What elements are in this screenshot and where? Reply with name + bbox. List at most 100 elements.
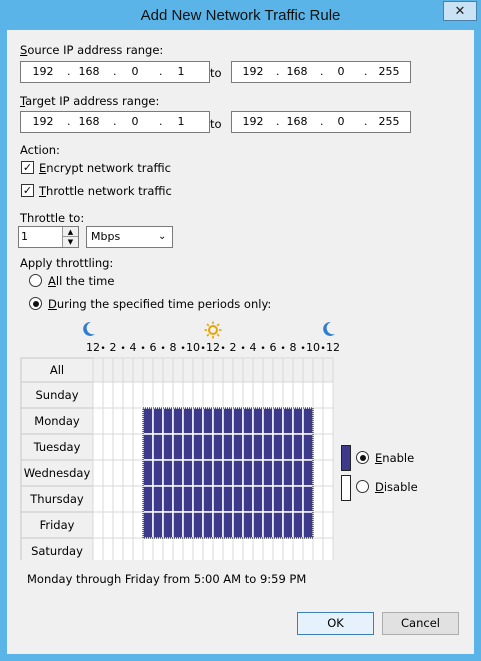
day-label: Sunday [35, 388, 78, 402]
all-time-radio[interactable] [29, 274, 42, 287]
throttle-value-stepper[interactable]: 1 ▲ ▼ [18, 226, 79, 248]
hour-separator-dot: • [260, 344, 265, 354]
hour-column-button [242, 357, 254, 383]
title-bar[interactable]: Add New Network Traffic Rule ✕ [0, 0, 481, 30]
target-to-label: to [210, 117, 222, 131]
hour-column-button [212, 357, 224, 383]
schedule-cell [92, 433, 104, 461]
schedule-cell [112, 485, 124, 513]
day-label: Friday [40, 518, 75, 532]
schedule-cell [322, 381, 334, 409]
ip-dot: . [276, 115, 280, 128]
schedule-cell [152, 511, 164, 539]
stepper-up-button[interactable]: ▲ [62, 227, 78, 237]
hour-label: 6 [270, 341, 277, 354]
schedule-cell [102, 537, 114, 560]
schedule-cell [282, 381, 294, 409]
schedule-cell [102, 485, 114, 513]
schedule-cell [312, 511, 324, 539]
enable-radio[interactable] [356, 451, 369, 464]
source-ip-to-field[interactable]: 192 . 168 . 0 . 255 [231, 61, 411, 83]
schedule-cell [282, 407, 294, 435]
target-ip-label: Target IP address range: [20, 94, 160, 108]
encrypt-checkbox[interactable]: ✓ [21, 161, 34, 174]
radio-selected-dot [32, 300, 39, 307]
hour-separator-dot: • [300, 344, 305, 354]
schedule-cell [272, 407, 284, 435]
ip-dot: . [67, 65, 71, 78]
schedule-cell [202, 407, 214, 435]
source-ip-from-field[interactable]: 192 . 168 . 0 . 1 [20, 61, 210, 83]
schedule-cell [312, 459, 324, 487]
schedule-cell [252, 433, 264, 461]
hour-column-button [112, 357, 124, 383]
schedule-cell [322, 537, 334, 560]
hour-separator-dot: • [120, 344, 125, 354]
hour-label: 12 [206, 341, 220, 354]
close-button[interactable]: ✕ [443, 1, 477, 21]
throttle-unit-select[interactable]: Mbps ⌄ [86, 226, 173, 248]
hour-column-button [262, 357, 274, 383]
schedule-cell [282, 459, 294, 487]
schedule-cell [142, 511, 154, 539]
schedule-cell [162, 433, 174, 461]
schedule-cell [272, 381, 284, 409]
hour-label: 10 [306, 341, 320, 354]
schedule-cell [192, 381, 204, 409]
schedule-cell [302, 459, 314, 487]
schedule-cell [192, 407, 204, 435]
ip-octet: 192 [242, 65, 264, 78]
schedule-cell [222, 511, 234, 539]
hour-column-button [282, 357, 294, 383]
ip-octet: 168 [286, 65, 308, 78]
schedule-summary: Monday through Friday from 5:00 AM to 9:… [27, 572, 307, 586]
hour-separator-dot: • [180, 344, 185, 354]
schedule-cell [302, 407, 314, 435]
schedule-cell [142, 485, 154, 513]
schedule-cell [192, 485, 204, 513]
target-ip-from-field[interactable]: 192 . 168 . 0 . 1 [20, 111, 210, 133]
schedule-cell [92, 459, 104, 487]
disable-swatch [341, 475, 351, 501]
schedule-cell [182, 433, 194, 461]
schedule-cell [252, 381, 264, 409]
schedule-cell [92, 537, 104, 560]
hour-label: 4 [250, 341, 257, 354]
schedule-cell [132, 511, 144, 539]
schedule-cell [242, 381, 254, 409]
schedule-cell [202, 537, 214, 560]
sun-ray [206, 323, 210, 327]
schedule-cell [212, 511, 224, 539]
schedule-cell [132, 485, 144, 513]
disable-radio[interactable] [356, 480, 369, 493]
schedule-cell [142, 459, 154, 487]
schedule-cell [172, 511, 184, 539]
cancel-button[interactable]: Cancel [382, 612, 459, 635]
schedule-cell [192, 537, 204, 560]
schedule-cell [282, 433, 294, 461]
hour-separator-dot: • [160, 344, 165, 354]
hour-separator-dot: • [200, 344, 205, 354]
dialog-body: Source IP address range: 192 . 168 . 0 .… [7, 30, 474, 654]
ip-octet: 0 [131, 115, 139, 128]
ok-button[interactable]: OK [297, 612, 374, 635]
throttle-checkbox[interactable]: ✓ [21, 184, 34, 197]
hour-label: 2 [230, 341, 237, 354]
schedule-cell [222, 407, 234, 435]
hour-column-button [162, 357, 174, 383]
stepper-down-button[interactable]: ▼ [62, 237, 78, 247]
hour-label: 12 [326, 341, 340, 354]
periods-radio[interactable] [29, 297, 42, 310]
schedule-cell [262, 485, 274, 513]
schedule-grid[interactable]: 12 • 2 • 4 • 6 • 8 • 10 • 12 • 2 • 4 • 6 • 8 • 10 • 12AllSundayM… [7, 320, 474, 560]
schedule-cell [192, 511, 204, 539]
schedule-cell [142, 381, 154, 409]
schedule-cell [252, 511, 264, 539]
schedule-cell [292, 537, 304, 560]
schedule-cell [122, 381, 134, 409]
hour-column-button [232, 357, 244, 383]
target-ip-to-field[interactable]: 192 . 168 . 0 . 255 [231, 111, 411, 133]
ip-dot: . [159, 65, 163, 78]
ip-octet: 0 [337, 65, 345, 78]
hour-label: 8 [170, 341, 177, 354]
